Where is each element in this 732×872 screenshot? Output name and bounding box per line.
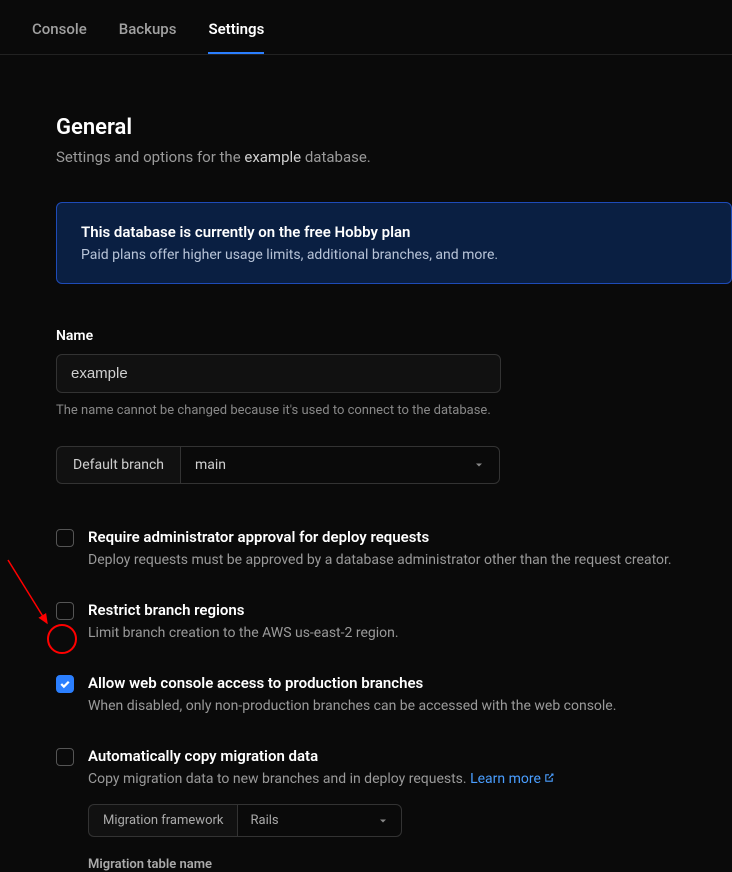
checkbox-content: Restrict branch regions Limit branch cre… xyxy=(88,601,732,644)
checkbox-title: Automatically copy migration data xyxy=(88,747,732,765)
checkbox-desc: Limit branch creation to the AWS us-east… xyxy=(88,623,732,644)
checkbox-content: Automatically copy migration data Copy m… xyxy=(88,747,732,790)
migration-framework-label: Migration framework xyxy=(88,804,237,837)
checkbox-migration-box[interactable] xyxy=(56,748,74,766)
tab-console[interactable]: Console xyxy=(32,12,87,54)
checkbox-web-console-box[interactable] xyxy=(56,675,74,693)
migration-framework-select[interactable]: Rails xyxy=(237,804,402,837)
learn-more-link[interactable]: Learn more xyxy=(470,771,555,787)
banner-title: This database is currently on the free H… xyxy=(81,223,707,241)
migration-table-label: Migration table name xyxy=(88,857,732,872)
section-title: General xyxy=(56,115,732,140)
learn-more-text: Learn more xyxy=(470,771,541,787)
subtitle-suffix: database. xyxy=(301,148,371,166)
subtitle-db-name: example xyxy=(244,148,301,166)
subtitle-prefix: Settings and options for the xyxy=(56,148,244,166)
section-subtitle: Settings and options for the example dat… xyxy=(56,148,732,166)
default-branch-row: Default branch main xyxy=(56,446,732,484)
checkbox-title: Restrict branch regions xyxy=(88,601,732,619)
chevron-down-icon xyxy=(473,459,485,471)
banner-text: Paid plans offer higher usage limits, ad… xyxy=(81,247,707,263)
checkbox-admin-approval-box[interactable] xyxy=(56,529,74,547)
checkbox-title: Require administrator approval for deplo… xyxy=(88,528,732,546)
default-branch-select[interactable]: main xyxy=(180,446,500,484)
migration-framework-row: Migration framework Rails xyxy=(88,804,732,837)
default-branch-label: Default branch xyxy=(56,446,180,484)
name-label: Name xyxy=(56,328,732,344)
tab-settings[interactable]: Settings xyxy=(208,12,264,54)
checkbox-title: Allow web console access to production b… xyxy=(88,674,732,692)
name-input[interactable] xyxy=(56,354,501,393)
branch-value: main xyxy=(195,457,226,473)
checkbox-restrict-regions-box[interactable] xyxy=(56,602,74,620)
tab-bar: Console Backups Settings xyxy=(0,0,732,55)
checkbox-admin-approval: Require administrator approval for deplo… xyxy=(56,528,732,571)
checkbox-web-console: Allow web console access to production b… xyxy=(56,674,732,717)
checkbox-desc: Deploy requests must be approved by a da… xyxy=(88,550,732,571)
migration-desc-text: Copy migration data to new branches and … xyxy=(88,771,470,787)
checkbox-desc: When disabled, only non-production branc… xyxy=(88,696,732,717)
checkbox-restrict-regions: Restrict branch regions Limit branch cre… xyxy=(56,601,732,644)
checkbox-content: Require administrator approval for deplo… xyxy=(88,528,732,571)
checkbox-desc: Copy migration data to new branches and … xyxy=(88,769,732,790)
checkbox-migration: Automatically copy migration data Copy m… xyxy=(56,747,732,790)
tab-backups[interactable]: Backups xyxy=(119,12,177,54)
checkbox-content: Allow web console access to production b… xyxy=(88,674,732,717)
settings-content: General Settings and options for the exa… xyxy=(0,55,732,872)
plan-banner: This database is currently on the free H… xyxy=(56,202,732,284)
chevron-down-icon xyxy=(377,815,389,827)
name-help-text: The name cannot be changed because it's … xyxy=(56,403,732,418)
migration-framework-value: Rails xyxy=(250,813,278,828)
external-link-icon xyxy=(543,770,555,782)
